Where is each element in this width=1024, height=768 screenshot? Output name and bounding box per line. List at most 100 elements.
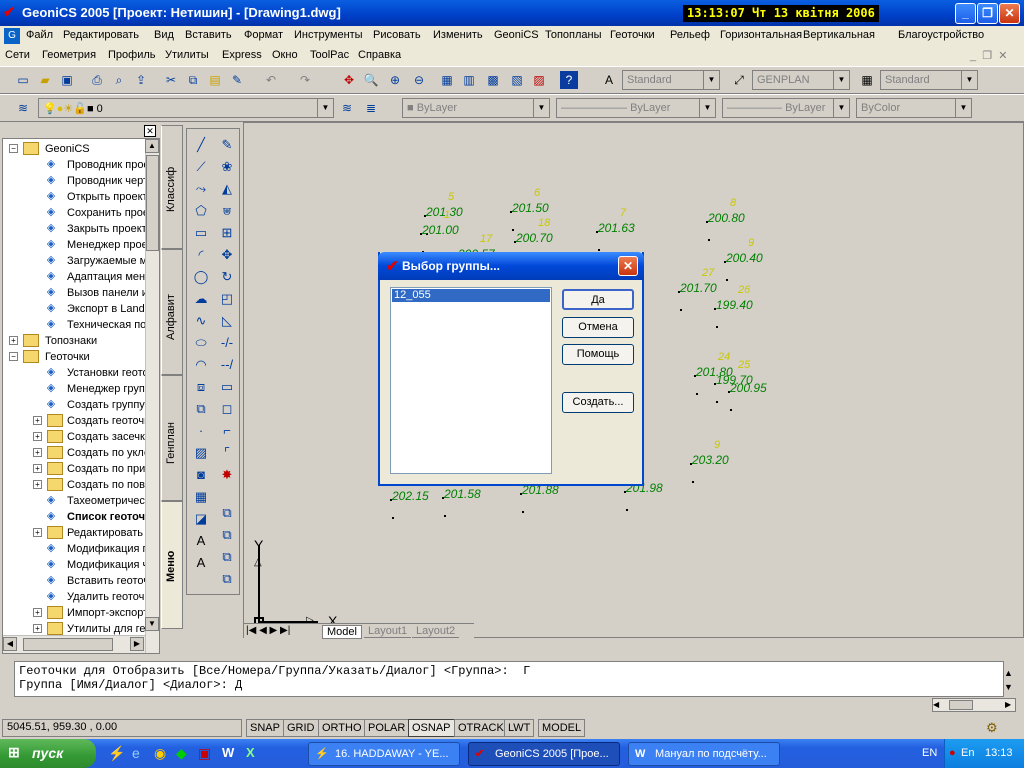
menu1-item[interactable]: Вставить [185, 29, 232, 41]
geo-point-marker[interactable] [626, 509, 628, 511]
ellipse-icon[interactable]: ⬭ [191, 333, 211, 353]
tree-item[interactable]: Создать по уклону [67, 445, 145, 461]
tree-expand-icon[interactable]: + [33, 464, 42, 473]
layer-manager-icon[interactable]: ≋ [14, 99, 32, 117]
grid-button[interactable]: GRID [283, 719, 319, 737]
task-geonics[interactable]: ✔ GeoniCS 2005 [Прое... [468, 742, 620, 766]
copy-icon[interactable]: ⧉ [184, 71, 202, 89]
trim-icon[interactable]: -/- [217, 333, 237, 353]
copy-object-icon[interactable]: ❀ [217, 157, 237, 177]
task-manual[interactable]: W Мануал по подсчёту... [628, 742, 780, 766]
extend-icon[interactable]: --/ [217, 355, 237, 375]
tab-classif[interactable]: Классиф [161, 125, 183, 249]
keyboard-layout-label[interactable]: En [961, 747, 974, 759]
tree-item[interactable]: Тахеометрическая съемка [67, 493, 145, 509]
geo-point-marker[interactable] [444, 515, 446, 517]
geo-point-marker[interactable] [724, 261, 726, 263]
tree-item[interactable]: Открыть проект [67, 189, 145, 205]
table-style-icon[interactable]: ▦ [858, 71, 876, 89]
break-icon[interactable]: ▭ [217, 377, 237, 397]
make-layer-current-icon[interactable]: ≋ [338, 99, 356, 117]
tree-item[interactable]: Топознаки [45, 333, 145, 349]
menu1-item[interactable]: Инструменты [294, 29, 363, 41]
explode-icon[interactable]: ✸ [217, 465, 237, 485]
menu1-item[interactable]: Вертикальная [803, 29, 875, 41]
dim-style-select[interactable]: GENPLAN ▼ [752, 70, 850, 90]
create-group-button[interactable]: Создать... [562, 392, 634, 413]
polygon-icon[interactable]: ⬠ [191, 201, 211, 221]
geo-point-marker[interactable] [392, 517, 394, 519]
spline-icon[interactable]: ∿ [191, 311, 211, 331]
tray-settings-icon[interactable]: ⚙ [986, 720, 998, 736]
tree-item[interactable]: Модификация геоточек [67, 541, 145, 557]
gradient-icon[interactable]: ◪ [191, 509, 211, 529]
menu2-item[interactable]: Окно [272, 49, 298, 61]
tree-item[interactable]: Экспорт в LandXML [67, 301, 145, 317]
document-icon[interactable]: G [4, 28, 20, 44]
new-icon[interactable]: ▭ [14, 71, 32, 89]
scroll-right-icon[interactable]: ▶ [130, 637, 144, 651]
doc-window-buttons[interactable]: _ ❐ ✕ [970, 49, 1007, 62]
geo-point-marker[interactable] [596, 231, 598, 233]
scroll-left-icon[interactable]: ◀ [3, 637, 17, 651]
geo-point-marker[interactable] [514, 241, 516, 243]
zoom-previous-icon[interactable]: ⊖ [410, 71, 428, 89]
quicklaunch-icon-1[interactable]: ⚡ [108, 745, 125, 762]
geo-point-marker[interactable] [512, 229, 514, 231]
insert-block-icon[interactable]: ⧈ [191, 377, 211, 397]
ok-button[interactable]: Да [562, 289, 634, 310]
geo-point-marker[interactable] [696, 393, 698, 395]
osnap-button[interactable]: OSNAP [408, 719, 455, 737]
geo-point-marker[interactable] [716, 401, 718, 403]
tree-item[interactable]: Проводник чертежа [67, 173, 145, 189]
tree-item[interactable]: Сохранить проект [67, 205, 145, 221]
design-center-icon[interactable]: ▥ [460, 71, 478, 89]
lwt-button[interactable]: LWT [504, 719, 535, 737]
ortho-button[interactable]: ORTHO [318, 719, 366, 737]
otrack-button[interactable]: OTRACK [454, 719, 508, 737]
tree-item[interactable]: Адаптация меню [67, 269, 145, 285]
xline-icon[interactable]: ⟋ [191, 157, 211, 177]
command-hscroll-thumb[interactable] [949, 700, 973, 710]
tree-expand-icon[interactable]: + [33, 448, 42, 457]
stretch-icon[interactable]: ◺ [217, 311, 237, 331]
geo-point-marker[interactable] [694, 375, 696, 377]
text-style-select[interactable]: Standard ▼ [622, 70, 720, 90]
menu1-item[interactable]: Файл [26, 29, 53, 41]
tree-expand-icon[interactable]: + [33, 624, 42, 633]
geo-point-marker[interactable] [708, 239, 710, 241]
tree-collapse-icon[interactable]: − [9, 144, 18, 153]
tab-alphabet[interactable]: Алфавит [161, 249, 183, 375]
tree-item[interactable]: Менеджер проекта [67, 237, 145, 253]
geo-point-marker[interactable] [690, 463, 692, 465]
menu2-item[interactable]: Express [222, 49, 262, 61]
undo-icon[interactable]: ↶ [262, 71, 280, 89]
tree-item[interactable]: Создать по примитивам [67, 461, 145, 477]
geo-point-marker[interactable] [520, 493, 522, 495]
offset-icon[interactable]: ⩐ [217, 201, 237, 221]
tab-layout1[interactable]: Layout1 [364, 625, 412, 638]
open-icon[interactable]: ▰ [36, 71, 54, 89]
tree-item[interactable]: Импорт-экспорт [67, 605, 145, 621]
tree-collapse-icon[interactable]: − [9, 352, 18, 361]
tree-item[interactable]: GeoniCS [45, 141, 145, 157]
tree-item[interactable]: Техническая поддержка [67, 317, 145, 333]
geo-point-marker[interactable] [598, 249, 600, 251]
geo-point-marker[interactable] [442, 497, 444, 499]
command-hscroll[interactable]: ◀ ▶ [932, 698, 1016, 712]
menu2-item[interactable]: Геометрия [42, 49, 96, 61]
language-indicator[interactable]: EN [922, 747, 937, 759]
tree-close-icon[interactable]: ✕ [144, 125, 156, 137]
erase-icon[interactable]: ✎ [217, 135, 237, 155]
model-button[interactable]: MODEL [538, 719, 586, 737]
save-icon[interactable]: ▣ [58, 71, 76, 89]
tree-item[interactable]: Загружаемые модули [67, 253, 145, 269]
region-icon[interactable]: ◙ [191, 465, 211, 485]
keyboard-layout-icon[interactable]: ● [949, 747, 956, 759]
layer-select[interactable]: 💡●☀🔓■ 0 ▼ [38, 98, 334, 118]
tree-item[interactable]: Закрыть проект [67, 221, 145, 237]
menu2-item[interactable]: Профиль [108, 49, 156, 61]
tree-item[interactable]: Удалить геоточки [67, 589, 145, 605]
draw-order-icon-2[interactable]: ⧉ [217, 525, 237, 545]
preview-icon[interactable]: ⌕ [110, 71, 128, 89]
